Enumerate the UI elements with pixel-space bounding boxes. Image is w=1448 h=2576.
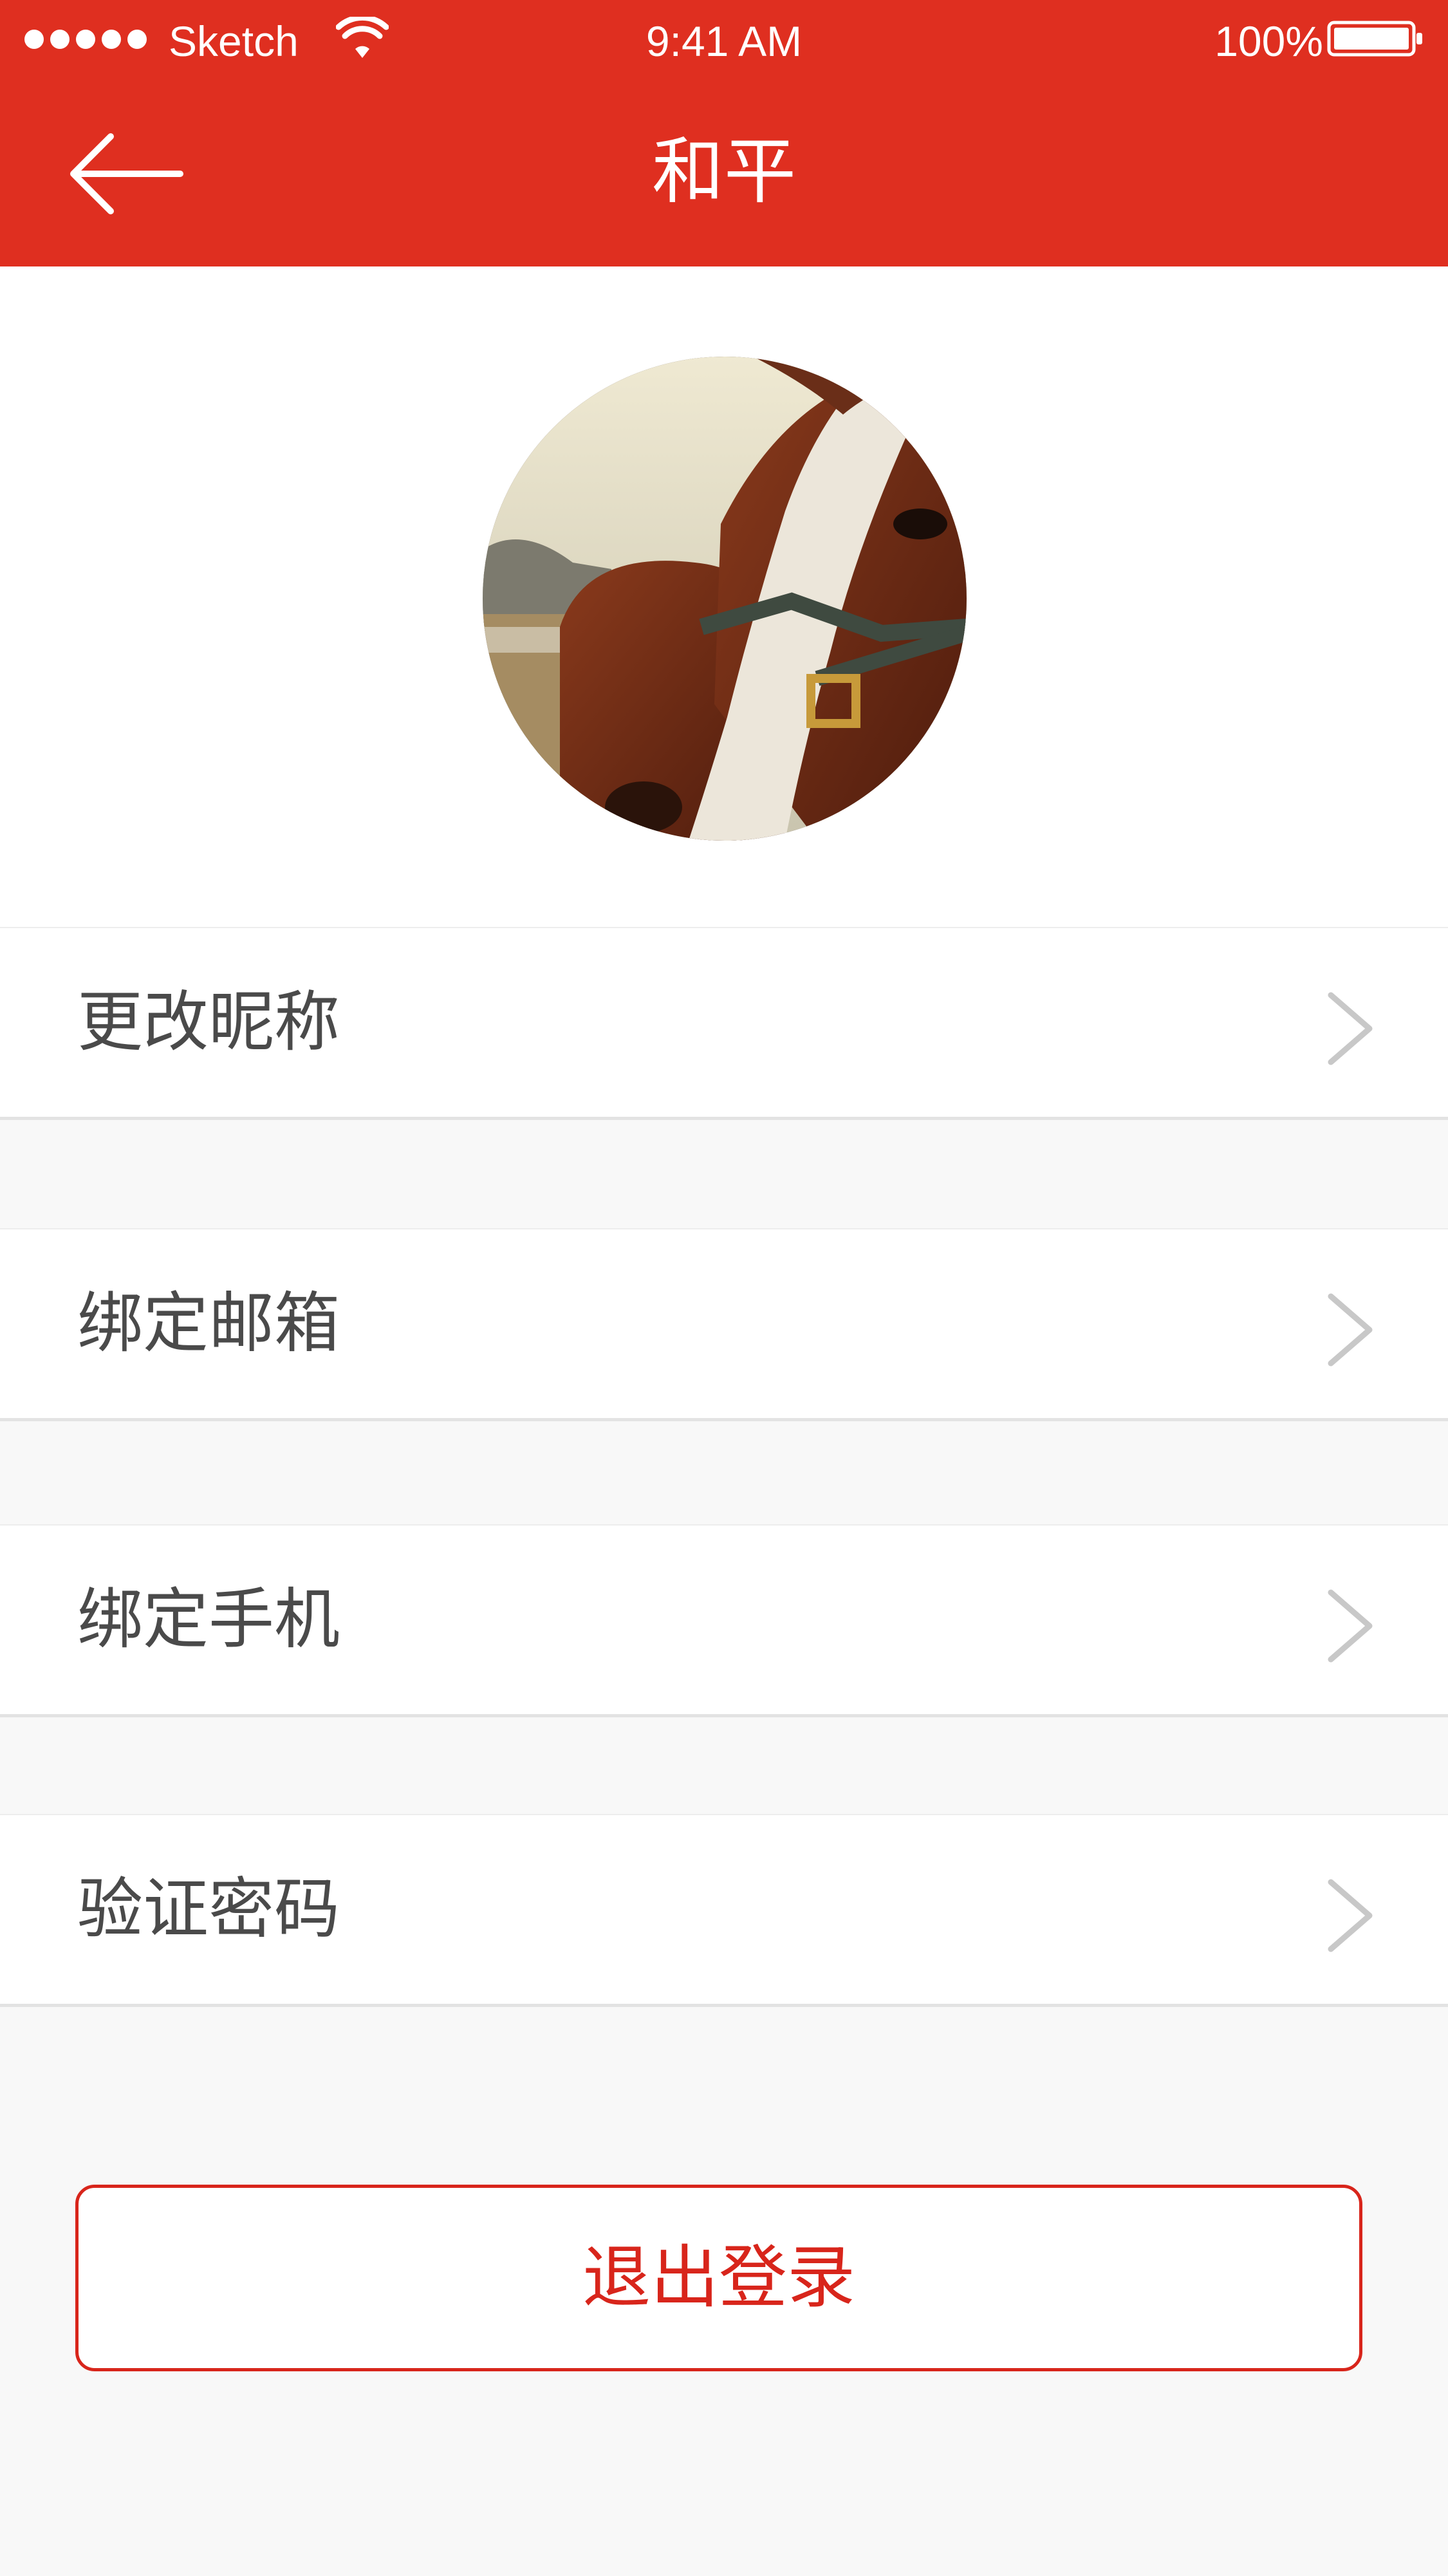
menu-item-label: 绑定手机	[77, 1582, 340, 1658]
menu-item-label: 更改昵称	[77, 984, 340, 1061]
logout-button[interactable]: 退出登录	[75, 2185, 1362, 2371]
profile-settings-screen: Sketch 9:41 AM 100% 和平 更改昵称 绑定邮箱 绑定手机 验证…	[0, 0, 1448, 2576]
status-bar: Sketch 9:41 AM 100%	[0, 0, 1448, 84]
nav-bar: 和平	[0, 84, 1448, 266]
chevron-right-icon	[1328, 1589, 1373, 1663]
battery-percent: 100%	[1214, 17, 1323, 65]
chevron-right-icon	[1328, 992, 1373, 1065]
header: Sketch 9:41 AM 100% 和平	[0, 0, 1448, 266]
avatar[interactable]	[483, 357, 967, 841]
page-title: 和平	[652, 130, 796, 214]
avatar-section	[0, 266, 1448, 927]
menu-item-label: 绑定邮箱	[77, 1285, 340, 1362]
menu-item-label: 验证密码	[77, 1871, 340, 1948]
menu-item-bind-email[interactable]: 绑定邮箱	[0, 1228, 1448, 1421]
menu-item-verify-password[interactable]: 验证密码	[0, 1814, 1448, 2007]
chevron-right-icon	[1328, 1879, 1373, 1952]
menu-item-change-nickname[interactable]: 更改昵称	[0, 927, 1448, 1120]
menu-item-bind-phone[interactable]: 绑定手机	[0, 1524, 1448, 1717]
chevron-right-icon	[1328, 1293, 1373, 1367]
battery-icon	[1327, 21, 1424, 57]
